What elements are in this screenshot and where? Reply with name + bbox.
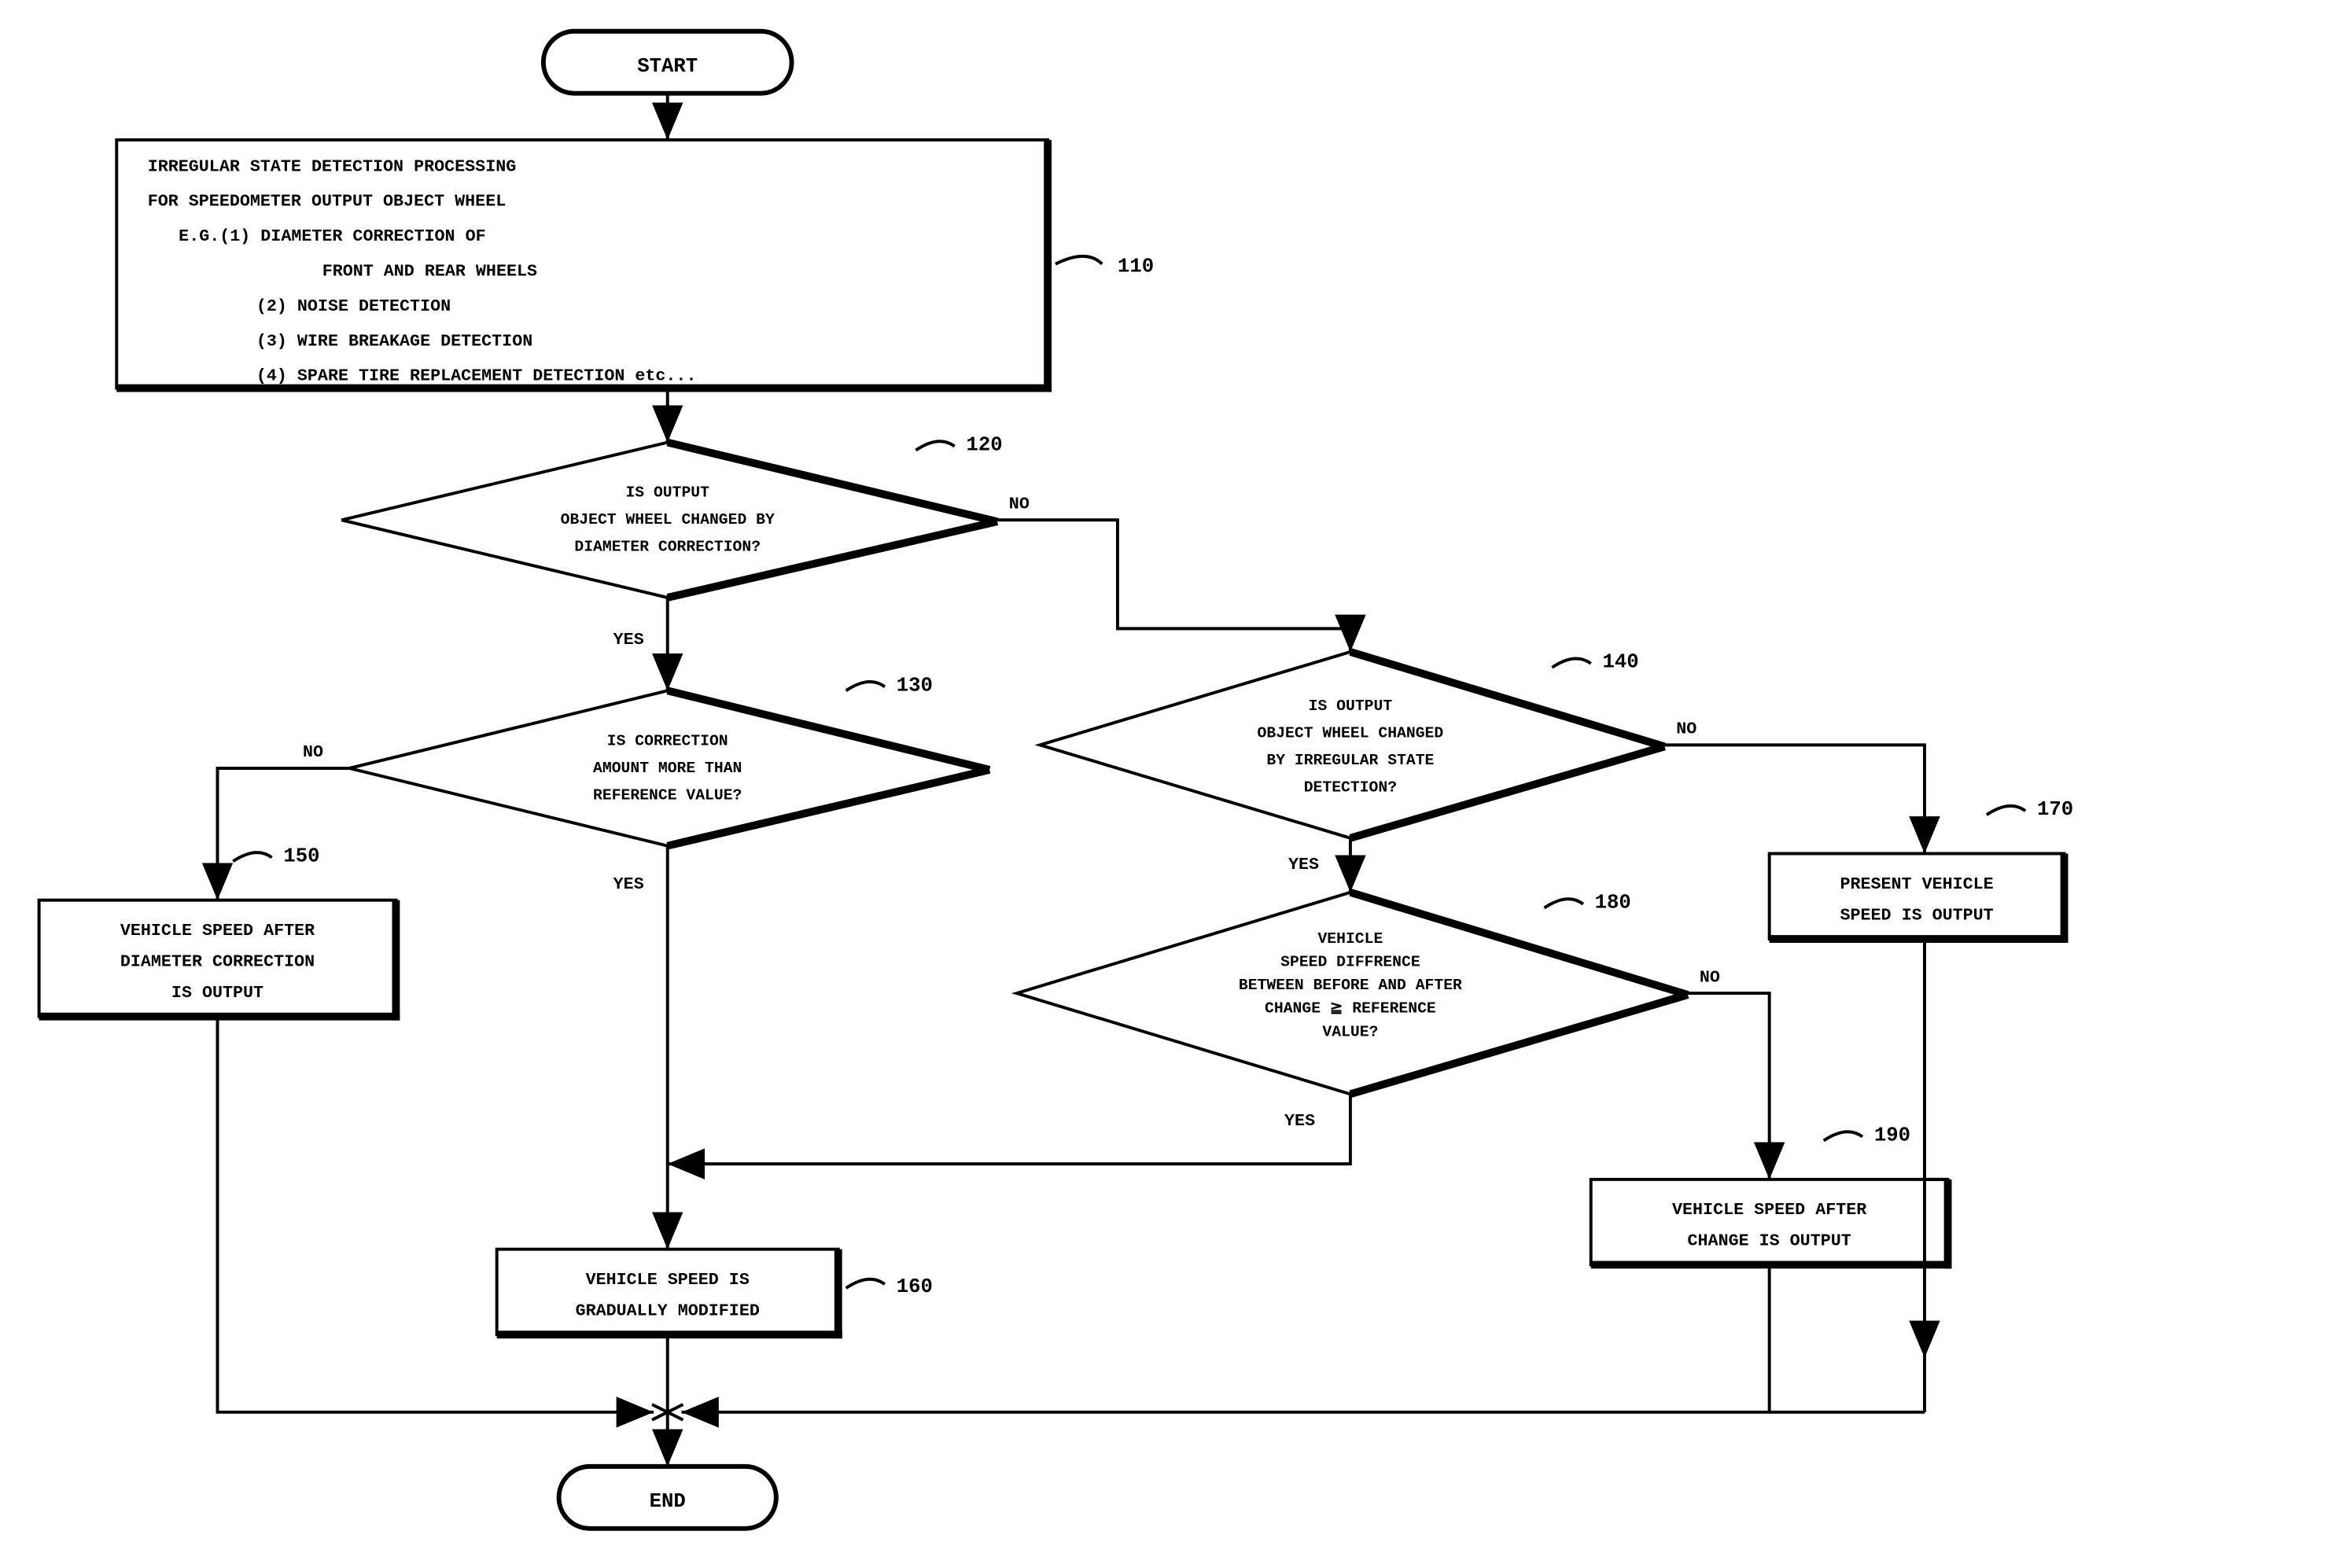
node-150-line3: IS OUTPUT: [171, 983, 263, 1003]
node-120: IS OUTPUT OBJECT WHEEL CHANGED BY DIAMET…: [341, 443, 997, 598]
node-180-line4: CHANGE ≧ REFERENCE: [1265, 1000, 1436, 1018]
node-190-line2: CHANGE IS OUTPUT: [1688, 1231, 1851, 1251]
node-110-line4: FRONT AND REAR WHEELS: [322, 262, 537, 282]
node-150-line1: VEHICLE SPEED AFTER: [120, 921, 315, 940]
node-160: VEHICLE SPEED IS GRADUALLY MODIFIED: [497, 1250, 842, 1338]
ref-160: 160: [897, 1275, 933, 1298]
node-190-line1: VEHICLE SPEED AFTER: [1672, 1200, 1866, 1220]
ref-180: 180: [1595, 892, 1631, 915]
node-110-line6: (3) WIRE BREAKAGE DETECTION: [256, 331, 532, 351]
node-170-line2: SPEED IS OUTPUT: [1840, 905, 1993, 925]
node-120-line1: IS OUTPUT: [625, 484, 709, 502]
end-label: END: [650, 1490, 686, 1513]
node-170: PRESENT VEHICLE SPEED IS OUTPUT: [1770, 853, 2069, 942]
node-110-line5: (2) NOISE DETECTION: [256, 296, 451, 316]
node-110-line7: (4) SPARE TIRE REPLACEMENT DETECTION etc…: [256, 366, 697, 386]
node-180-line5: VALUE?: [1322, 1023, 1378, 1040]
branch-120-no: NO: [1009, 494, 1030, 513]
node-130-line1: IS CORRECTION: [607, 732, 728, 749]
node-130-line3: REFERENCE VALUE?: [593, 786, 742, 804]
ref-110: 110: [1118, 256, 1154, 278]
node-130: IS CORRECTION AMOUNT MORE THAN REFERENCE…: [349, 690, 989, 845]
ref-130: 130: [897, 674, 933, 697]
branch-180-yes: YES: [1284, 1111, 1315, 1131]
branch-130-yes: YES: [613, 874, 644, 894]
branch-120-yes: YES: [613, 630, 644, 650]
node-180-line2: SPEED DIFFRENCE: [1280, 954, 1420, 971]
node-150-line2: DIAMETER CORRECTION: [120, 952, 315, 972]
node-140-line4: DETECTION?: [1304, 779, 1397, 797]
node-180-line1: VEHICLE: [1317, 930, 1383, 948]
start-terminator: START: [543, 31, 792, 94]
branch-140-yes: YES: [1288, 855, 1319, 874]
node-180-line3: BETWEEN BEFORE AND AFTER: [1239, 977, 1462, 994]
node-110: IRREGULAR STATE DETECTION PROCESSING FOR…: [116, 140, 1052, 392]
node-190: VEHICLE SPEED AFTER CHANGE IS OUTPUT: [1591, 1180, 1952, 1268]
node-170-line1: PRESENT VEHICLE: [1840, 874, 1993, 894]
node-110-line1: IRREGULAR STATE DETECTION PROCESSING: [148, 156, 517, 176]
node-140: IS OUTPUT OBJECT WHEEL CHANGED BY IRREGU…: [1040, 652, 1664, 838]
ref-170: 170: [2037, 798, 2073, 821]
node-140-line1: IS OUTPUT: [1309, 698, 1393, 715]
branch-180-no: NO: [1700, 967, 1720, 987]
branch-140-no: NO: [1676, 720, 1696, 739]
node-120-line3: DIAMETER CORRECTION?: [574, 539, 761, 556]
node-110-line2: FOR SPEEDOMETER OUTPUT OBJECT WHEEL: [148, 192, 507, 212]
end-terminator: END: [559, 1467, 776, 1529]
node-120-line2: OBJECT WHEEL CHANGED BY: [561, 511, 775, 528]
ref-150: 150: [283, 845, 319, 867]
node-130-line2: AMOUNT MORE THAN: [593, 760, 742, 777]
node-110-line3: E.G.(1) DIAMETER CORRECTION OF: [179, 226, 485, 246]
node-160-line2: GRADUALLY MODIFIED: [576, 1301, 760, 1321]
node-180: VEHICLE SPEED DIFFRENCE BETWEEN BEFORE A…: [1017, 893, 1688, 1095]
ref-190: 190: [1874, 1124, 1910, 1147]
node-150: VEHICLE SPEED AFTER DIAMETER CORRECTION …: [39, 900, 400, 1021]
branch-130-no: NO: [303, 742, 323, 762]
node-140-line2: OBJECT WHEEL CHANGED: [1258, 725, 1444, 742]
ref-140: 140: [1603, 651, 1639, 674]
node-140-line3: BY IRREGULAR STATE: [1266, 752, 1434, 769]
start-label: START: [637, 55, 698, 78]
ref-120: 120: [967, 433, 1003, 456]
flowchart: START IRREGULAR STATE DETECTION PROCESSI…: [16, 16, 2327, 1552]
node-160-line1: VEHICLE SPEED IS: [586, 1270, 750, 1290]
